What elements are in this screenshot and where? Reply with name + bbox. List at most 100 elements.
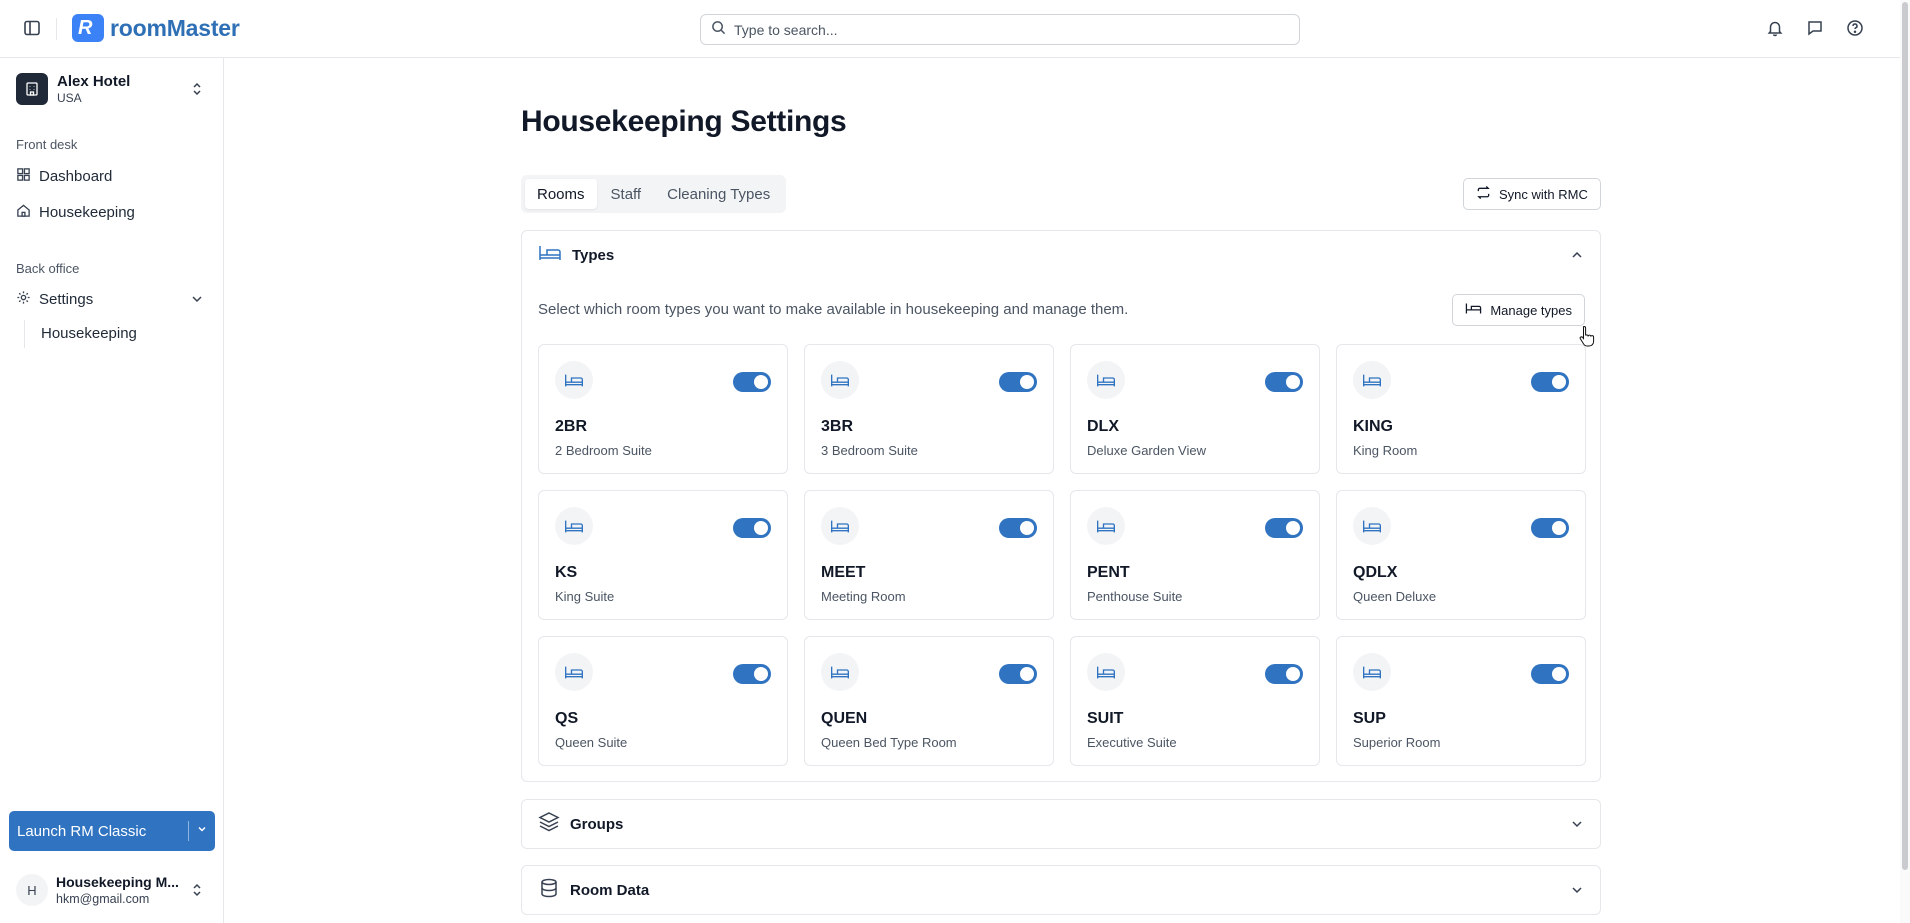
layers-icon [538, 811, 560, 838]
message-icon[interactable] [1806, 19, 1824, 37]
room-type-toggle[interactable] [1265, 372, 1303, 392]
room-type-toggle[interactable] [1531, 664, 1569, 684]
groups-panel: Groups [521, 799, 1601, 849]
sidebar-item-label: Settings [39, 290, 94, 308]
room-type-toggle[interactable] [733, 664, 771, 684]
user-email: hkm@gmail.com [56, 892, 150, 906]
room-type-card: 3BR 3 Bedroom Suite [804, 344, 1054, 474]
hotel-info: Alex Hotel USA [57, 73, 130, 105]
room-type-card: QUEN Queen Bed Type Room [804, 636, 1054, 766]
room-type-toggle[interactable] [1531, 518, 1569, 538]
logo-mark-icon: R [72, 14, 104, 42]
settings-subnav: Housekeeping [24, 320, 137, 348]
hotel-name: Alex Hotel [57, 73, 131, 90]
room-type-card: SUIT Executive Suite [1070, 636, 1320, 766]
types-description: Select which room types you want to make… [538, 301, 1129, 318]
top-bar: R roomMaster [0, 0, 1900, 58]
chevron-up-down-icon [190, 81, 204, 102]
building-icon [16, 73, 48, 105]
search-input[interactable] [734, 21, 1274, 38]
sidebar: Alex Hotel USA Front desk Dashboard Hous… [0, 58, 224, 923]
types-title: Types [572, 246, 615, 264]
bed-icon [821, 361, 859, 399]
mouse-cursor-icon [1579, 325, 1595, 352]
bell-icon[interactable] [1766, 19, 1784, 37]
sidebar-item-label: Dashboard [39, 167, 113, 185]
room-type-code: QUEN [821, 710, 868, 727]
room-type-toggle[interactable] [733, 518, 771, 538]
bed-icon [538, 244, 562, 267]
room-type-toggle[interactable] [1531, 372, 1569, 392]
sidebar-item-label: Housekeeping [39, 203, 135, 221]
app-root: R roomMaster Alex [0, 0, 1910, 923]
sync-icon [1476, 185, 1491, 203]
bed-icon [1353, 507, 1391, 545]
hotel-switcher[interactable]: Alex Hotel USA [16, 71, 208, 107]
sidebar-item-settings[interactable]: Settings [16, 285, 208, 313]
room-data-panel-header[interactable]: Room Data [522, 866, 1600, 914]
launch-label: Launch RM Classic [17, 822, 147, 840]
home-icon [16, 203, 31, 222]
tab-staff[interactable]: Staff [599, 179, 654, 209]
room-type-card: DLX Deluxe Garden View [1070, 344, 1320, 474]
groups-panel-header[interactable]: Groups [522, 800, 1600, 848]
bed-icon [1087, 653, 1125, 691]
avatar: H [16, 874, 48, 906]
room-type-toggle[interactable] [999, 664, 1037, 684]
room-type-code: QDLX [1353, 564, 1398, 581]
types-panel: Types Select which room types you want t… [521, 230, 1601, 782]
tab-cleaning-types[interactable]: Cleaning Types [655, 179, 782, 209]
bed-icon [1465, 302, 1482, 318]
room-type-toggle[interactable] [1265, 518, 1303, 538]
bed-icon [555, 361, 593, 399]
settings-tabs: Rooms Staff Cleaning Types [521, 175, 787, 213]
page-title: Housekeeping Settings [521, 105, 847, 138]
section-front-desk: Front desk [16, 137, 78, 152]
room-type-card: MEET Meeting Room [804, 490, 1054, 620]
room-type-code: KS [555, 564, 578, 581]
room-type-code: SUP [1353, 710, 1386, 727]
chevron-down-icon [196, 822, 208, 840]
bed-icon [1087, 507, 1125, 545]
section-back-office: Back office [16, 261, 80, 276]
manage-types-label: Manage types [1490, 302, 1572, 318]
scrollbar-thumb[interactable] [1902, 2, 1908, 870]
user-menu[interactable]: H Housekeeping M... hkm@gmail.com [16, 870, 208, 910]
search-icon [711, 20, 726, 40]
room-type-card: KS King Suite [538, 490, 788, 620]
tab-rooms[interactable]: Rooms [525, 179, 597, 209]
room-type-toggle[interactable] [733, 372, 771, 392]
launch-dropdown-toggle[interactable] [189, 822, 215, 840]
room-type-code: SUIT [1087, 710, 1124, 727]
sidebar-item-dashboard[interactable]: Dashboard [16, 162, 208, 190]
bed-icon [821, 507, 859, 545]
room-type-toggle[interactable] [999, 518, 1037, 538]
room-type-name: Queen Deluxe [1353, 589, 1437, 604]
help-icon[interactable] [1846, 19, 1864, 37]
types-panel-header[interactable]: Types [522, 231, 1600, 279]
gear-icon [16, 290, 31, 309]
room-type-name: Executive Suite [1087, 735, 1177, 750]
sidebar-item-housekeeping[interactable]: Housekeeping [16, 198, 208, 226]
user-info: Housekeeping M... hkm@gmail.com [56, 874, 179, 906]
sidebar-toggle-icon[interactable] [22, 18, 42, 38]
vertical-scrollbar[interactable] [1900, 0, 1910, 923]
brand-logo[interactable]: R roomMaster [72, 14, 240, 42]
room-type-toggle[interactable] [1265, 664, 1303, 684]
room-type-card: 2BR 2 Bedroom Suite [538, 344, 788, 474]
room-type-name: Queen Suite [555, 735, 628, 750]
manage-types-button[interactable]: Manage types [1452, 294, 1585, 326]
room-type-code: DLX [1087, 418, 1119, 435]
room-type-toggle[interactable] [999, 372, 1037, 392]
room-type-card: SUP Superior Room [1336, 636, 1586, 766]
search-box[interactable] [700, 14, 1300, 45]
database-icon [538, 877, 560, 904]
groups-title: Groups [570, 815, 624, 833]
room-type-code: 3BR [821, 418, 854, 435]
sync-with-rmc-button[interactable]: Sync with RMC [1463, 178, 1601, 210]
room-type-card: KING King Room [1336, 344, 1586, 474]
sidebar-subitem-housekeeping[interactable]: Housekeeping [41, 320, 137, 348]
room-type-name: King Room [1353, 443, 1418, 458]
launch-rm-classic-button[interactable]: Launch RM Classic [9, 811, 215, 851]
room-type-name: 2 Bedroom Suite [555, 443, 652, 458]
